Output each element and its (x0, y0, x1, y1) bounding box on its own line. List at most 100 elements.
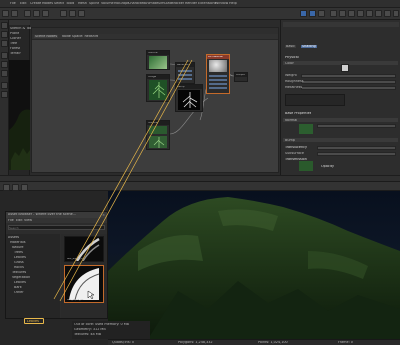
menu-animate[interactable]: Animate (144, 2, 158, 5)
menu-modes[interactable]: Modes (42, 2, 53, 5)
edges-mode-icon[interactable] (1, 31, 8, 38)
menu-help[interactable]: Help (229, 2, 237, 5)
asset-tile[interactable]: leaf_alpha_01 (64, 236, 104, 262)
tab-basic[interactable]: Basic (285, 45, 296, 49)
points-mode-icon[interactable] (1, 22, 8, 29)
menu-edit[interactable]: Edit (20, 2, 27, 5)
tree-item[interactable]: Rocks (14, 266, 24, 269)
translucency-slider[interactable] (317, 146, 396, 150)
menu-select[interactable]: Select (54, 2, 64, 5)
undo-icon[interactable] (2, 10, 9, 17)
subdivision-icon[interactable] (348, 10, 355, 17)
render-icon[interactable] (309, 10, 316, 17)
model-mode-icon[interactable] (1, 52, 8, 59)
close-icon[interactable]: × (102, 213, 105, 217)
object-item[interactable]: Terrain (10, 52, 21, 55)
tree-item[interactable]: Trees (14, 251, 23, 254)
tree-item[interactable]: Leaves (14, 281, 26, 284)
menu-mesh[interactable]: Mesh (78, 2, 87, 5)
workplane-icon[interactable] (1, 82, 8, 89)
menu-render[interactable]: Render (185, 2, 197, 5)
move-icon[interactable] (24, 10, 31, 17)
object-manager-header (9, 20, 30, 25)
asset-tile-selected[interactable]: leaf_alpha_02 (64, 265, 104, 303)
menu-spline[interactable]: Spline (89, 2, 99, 5)
cube-icon[interactable] (330, 10, 337, 17)
menu-tools[interactable]: Tools (66, 2, 74, 5)
weight-slider[interactable] (301, 74, 396, 78)
object-item[interactable]: Forest (10, 47, 20, 50)
deformer-icon[interactable] (366, 10, 373, 17)
node-canvas[interactable]: Texture Image Reflection Ramp Texture RS… (32, 40, 278, 172)
menu-create[interactable]: Create (30, 2, 41, 5)
file-icon[interactable] (3, 184, 10, 191)
subsurface-slider[interactable] (317, 152, 396, 156)
menu-extensions[interactable]: Extensions (198, 2, 216, 5)
tree-item[interactable]: Other (14, 291, 24, 294)
color-swatch[interactable] (341, 64, 349, 72)
bump-slider[interactable] (317, 124, 396, 128)
save-icon[interactable] (12, 184, 19, 191)
render-view-icon[interactable] (300, 10, 307, 17)
selected-tree-item[interactable]: Leaves (24, 318, 44, 324)
object-item[interactable]: Plane (10, 32, 19, 35)
tree-item[interactable]: Bark (14, 286, 22, 289)
tab-shading[interactable]: Shading (301, 45, 317, 49)
transmission-texture-thumbnail[interactable] (299, 161, 313, 171)
menu-file[interactable]: File (8, 219, 14, 222)
menu-character[interactable]: Character (128, 2, 145, 5)
tree-item[interactable]: Leaves (14, 256, 26, 259)
tab-node-space[interactable]: Node Space: Redshift (62, 35, 98, 38)
z-axis-icon[interactable] (78, 10, 85, 17)
menu-view[interactable]: View (24, 219, 32, 222)
reflection-node[interactable]: Reflection (175, 62, 195, 84)
tab-scene-nodes[interactable]: Scene Nodes (34, 35, 59, 39)
lock-icon[interactable] (1, 91, 8, 98)
light-icon[interactable] (393, 10, 399, 17)
section-opacity[interactable]: Opacity (321, 165, 334, 168)
tree-item[interactable]: Nature (12, 246, 24, 249)
tree-item[interactable]: Grass (14, 261, 24, 264)
section-base-properties[interactable]: Base Properties (285, 112, 311, 115)
menu-simulate[interactable]: Simulate (158, 2, 173, 5)
menu-edit[interactable]: Edit (16, 219, 23, 222)
y-axis-icon[interactable] (69, 10, 76, 17)
x-axis-icon[interactable] (60, 10, 67, 17)
floor-icon[interactable] (375, 10, 382, 17)
camera-icon[interactable] (384, 10, 391, 17)
texture-node[interactable]: Texture (146, 50, 170, 70)
object-item[interactable]: Cloner (10, 37, 21, 40)
menu-volume[interactable]: Volume (101, 2, 114, 5)
image-node[interactable]: Image (146, 74, 170, 102)
texture-node-2[interactable]: Texture (146, 120, 170, 150)
tree-item[interactable]: Assets (8, 236, 19, 239)
asset-search-input[interactable] (8, 225, 105, 230)
folder-icon[interactable] (21, 184, 28, 191)
cloner-icon[interactable] (357, 10, 364, 17)
pen-icon[interactable] (339, 10, 346, 17)
menu-file[interactable]: File (10, 2, 16, 5)
roughness-slider[interactable] (301, 80, 396, 84)
menu-tracker[interactable]: Tracker (172, 2, 184, 5)
section-physical[interactable]: Physical (285, 56, 299, 59)
render-settings-icon[interactable] (318, 10, 325, 17)
scale-icon[interactable] (33, 10, 40, 17)
tree-item[interactable]: Materials (10, 241, 26, 244)
ramp-node[interactable]: Ramp (175, 84, 203, 112)
normal-texture-thumbnail[interactable] (299, 124, 313, 134)
polygons-mode-icon[interactable] (1, 40, 8, 47)
rs-material-node[interactable]: RS Material (206, 54, 230, 94)
tree-item[interactable]: Vegetation (12, 276, 30, 279)
render-viewport[interactable] (108, 191, 400, 339)
texture-mode-icon[interactable] (1, 61, 8, 68)
redo-icon[interactable] (11, 10, 18, 17)
metalness-slider[interactable] (301, 86, 396, 90)
output-node[interactable]: Output (234, 72, 248, 82)
rotate-icon[interactable] (42, 10, 49, 17)
section-translucency[interactable]: Translucency (285, 146, 307, 149)
snap-icon[interactable] (1, 70, 8, 77)
menu-window[interactable]: Window (215, 2, 228, 5)
tree-item[interactable]: Textures (12, 271, 26, 274)
object-item[interactable]: Tree (10, 42, 17, 45)
small-viewport[interactable] (9, 60, 30, 170)
